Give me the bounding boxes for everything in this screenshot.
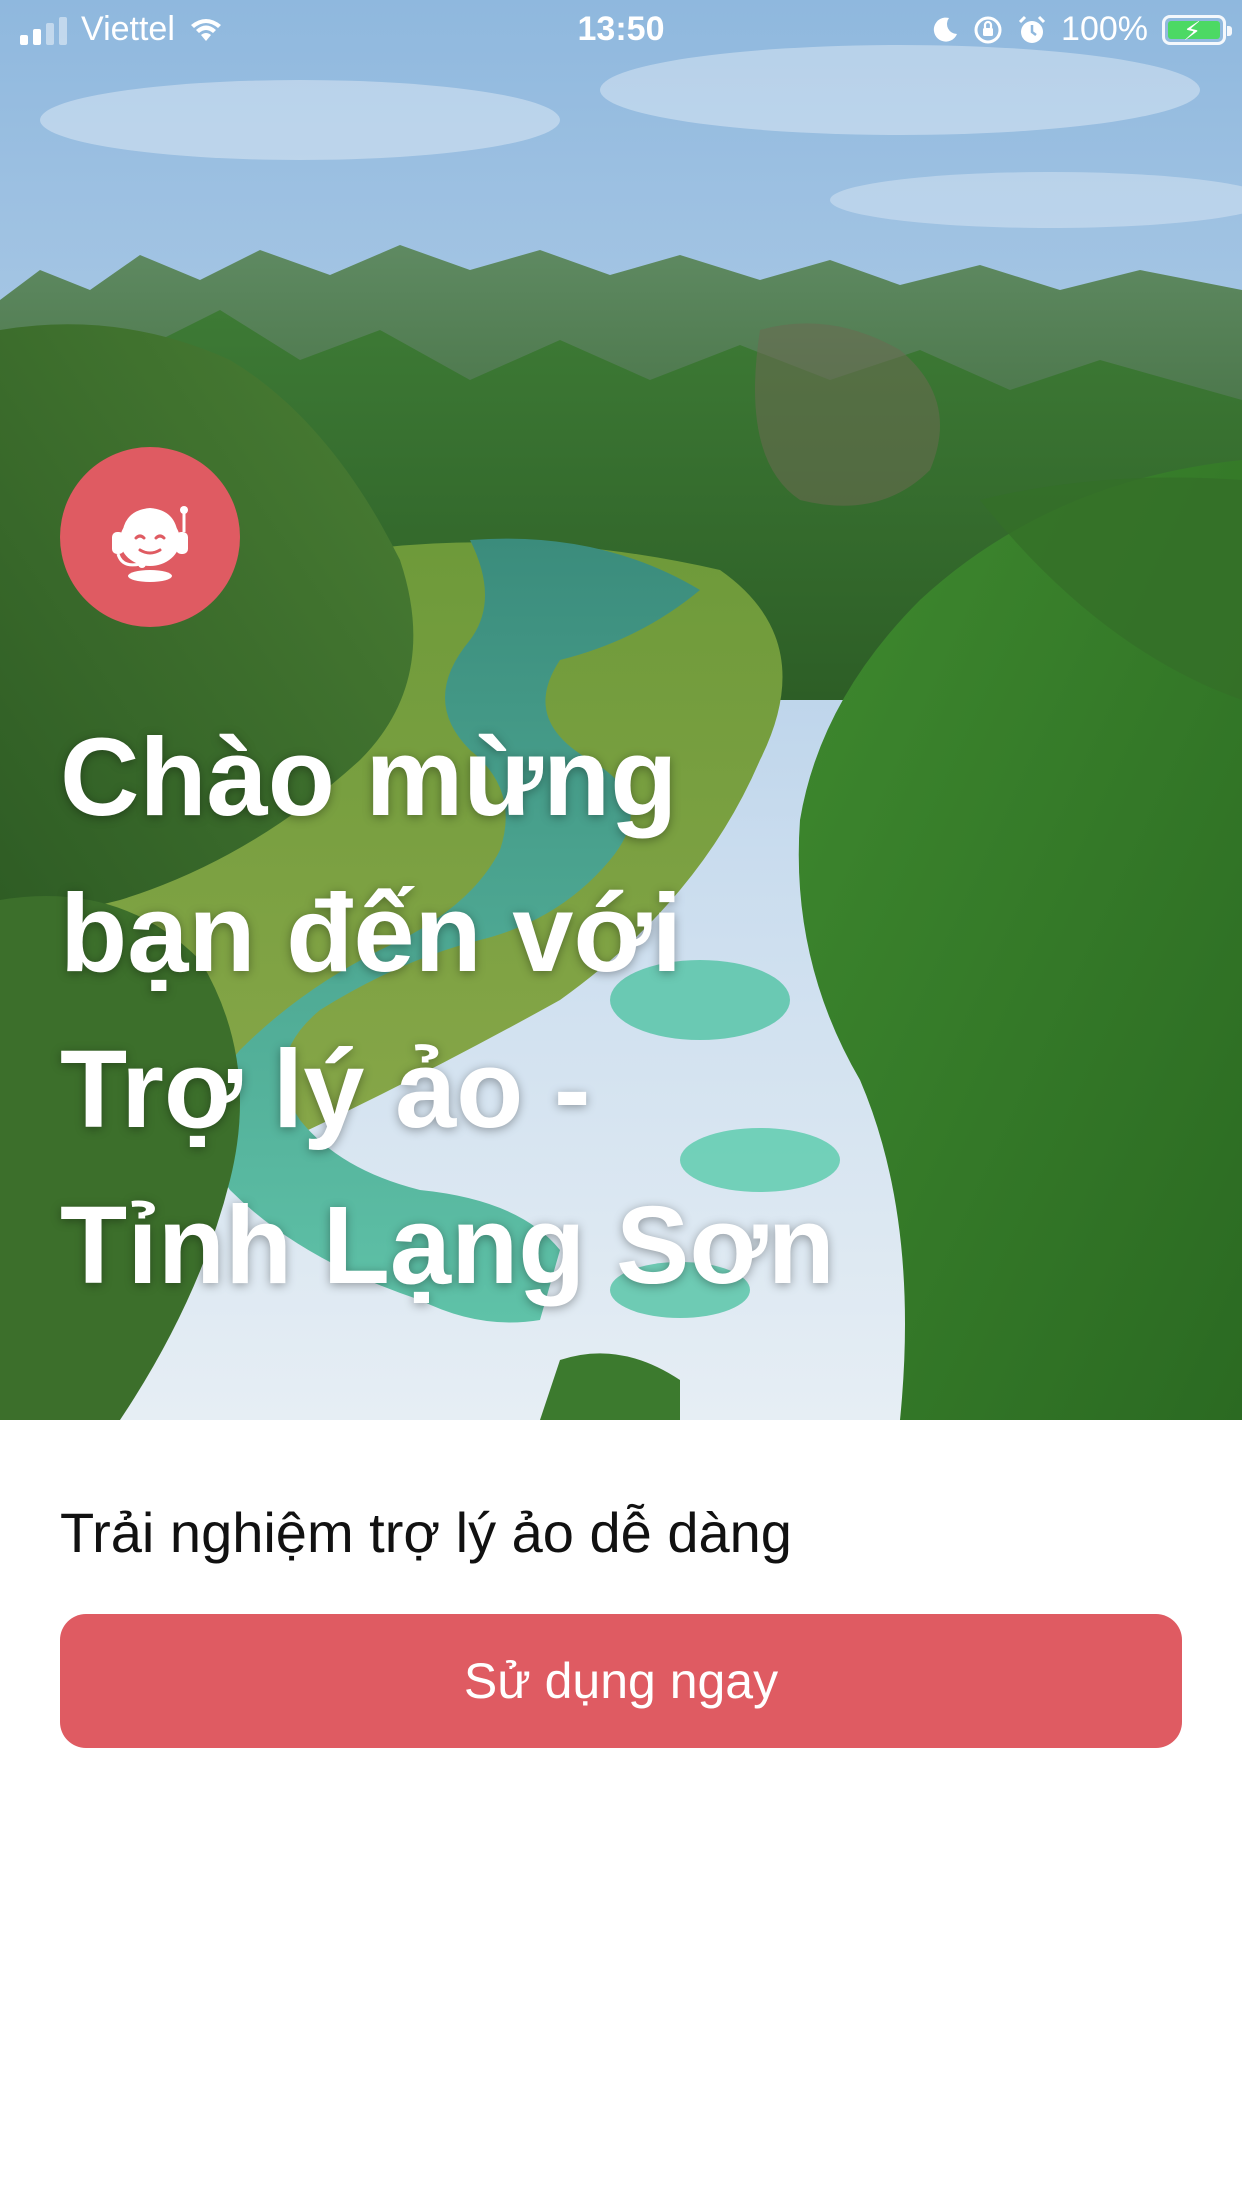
- support-bot-icon: [60, 447, 240, 627]
- welcome-line-4: Tỉnh Lạng Sơn: [60, 1184, 835, 1307]
- alarm-icon: [1018, 15, 1046, 43]
- status-bar: Viettel 13:50 100% ⚡: [0, 0, 1242, 62]
- welcome-line-1: Chào mừng: [60, 716, 678, 839]
- welcome-heading: Chào mừng bạn đến với Trợ lý ảo - Tỉnh L…: [60, 700, 1060, 1324]
- moon-icon: [933, 17, 958, 42]
- bot-face-icon: [112, 506, 188, 582]
- subtitle-text: Trải nghiệm trợ lý ảo dễ dàng: [60, 1501, 792, 1564]
- welcome-line-3: Trợ lý ảo -: [60, 1028, 591, 1151]
- battery-percent: 100%: [1061, 10, 1148, 48]
- welcome-screen: Viettel 13:50 100% ⚡ Chào mừng bạn đến v…: [0, 0, 1242, 2208]
- status-right: 100% ⚡: [931, 10, 1232, 49]
- welcome-line-2: bạn đến với: [60, 872, 683, 995]
- orientation-lock-icon: [974, 16, 1002, 43]
- use-now-button[interactable]: Sử dụng ngay: [60, 1614, 1182, 1748]
- battery-charging-icon: ⚡: [1162, 14, 1232, 46]
